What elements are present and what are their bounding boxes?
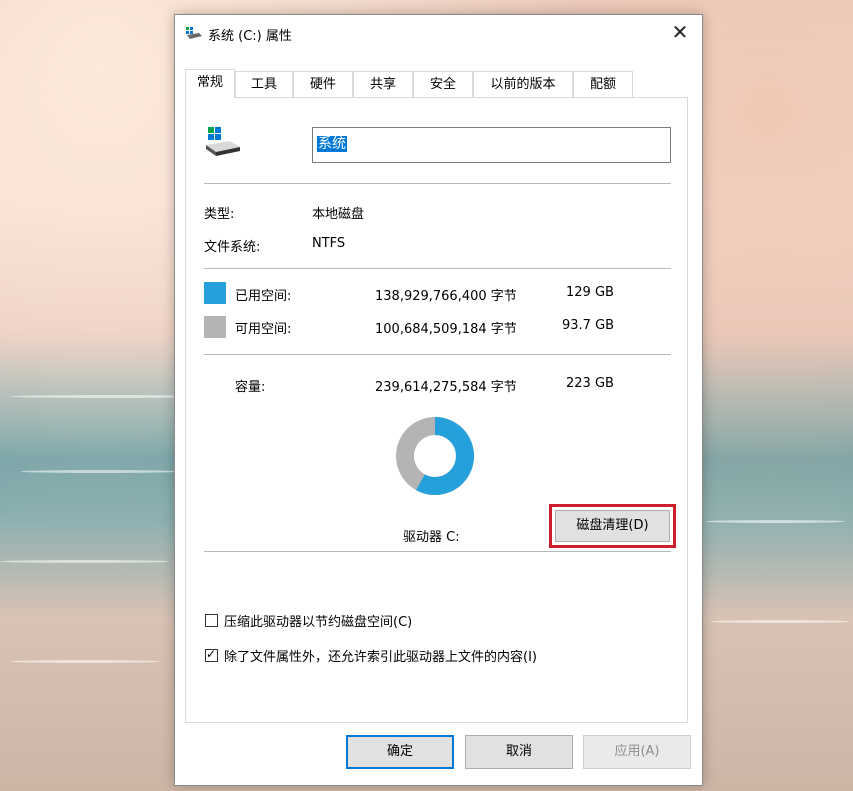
used-space-size: 129 GB	[566, 285, 614, 300]
capacity-size: 223 GB	[566, 376, 614, 391]
index-checkbox[interactable]: ✓	[205, 647, 218, 662]
background-wave	[710, 620, 850, 623]
tab-bar: 常规 工具 硬件 共享 安全 以前的版本 配额	[185, 69, 692, 98]
title-bar[interactable]: 系统 (C:) 属性 ✕	[175, 15, 702, 51]
free-space-bytes: 100,684,509,184 字节	[375, 322, 517, 337]
tab-general[interactable]: 常规	[185, 69, 235, 98]
tab-quota[interactable]: 配额	[573, 71, 633, 97]
index-label[interactable]: 除了文件属性外，还允许索引此驱动器上文件的内容(I)	[224, 646, 537, 665]
type-value: 本地磁盘	[312, 207, 365, 222]
background-wave	[10, 660, 160, 663]
disk-usage-donut	[396, 417, 474, 495]
used-space-label: 已用空间:	[235, 289, 292, 304]
window-title: 系统 (C:) 属性	[208, 29, 292, 44]
compress-label[interactable]: 压缩此驱动器以节约磁盘空间(C)	[224, 611, 412, 630]
tab-hardware[interactable]: 硬件	[293, 71, 353, 97]
drive-label: 驱动器 C:	[403, 530, 460, 545]
capacity-label: 容量:	[235, 380, 266, 395]
divider	[204, 551, 671, 552]
divider	[204, 354, 671, 355]
filesystem-label: 文件系统:	[204, 240, 261, 255]
divider	[204, 183, 671, 184]
divider	[204, 268, 671, 269]
drive-large-icon	[206, 127, 240, 156]
used-space-bytes: 138,929,766,400 字节	[375, 289, 517, 304]
background-wave	[0, 560, 170, 563]
type-label: 类型:	[204, 207, 235, 222]
background-wave	[20, 470, 180, 473]
ok-button[interactable]: 确定	[346, 735, 454, 769]
drive-name-input[interactable]: 系统	[312, 127, 671, 163]
free-space-swatch	[204, 316, 226, 338]
properties-dialog: 系统 (C:) 属性 ✕ 常规 工具 硬件 共享 安全 以前的版本 配额 系统 …	[174, 14, 703, 786]
capacity-bytes: 239,614,275,584 字节	[375, 380, 517, 395]
tab-sharing[interactable]: 共享	[353, 71, 413, 97]
tab-tools[interactable]: 工具	[235, 71, 293, 97]
checkmark-icon: ✓	[206, 647, 217, 661]
apply-button[interactable]: 应用(A)	[583, 735, 691, 769]
close-icon: ✕	[671, 20, 689, 44]
free-space-size: 93.7 GB	[562, 318, 615, 333]
tab-security[interactable]: 安全	[413, 71, 473, 97]
cancel-button[interactable]: 取消	[465, 735, 573, 769]
close-button[interactable]: ✕	[658, 15, 702, 51]
drive-name-text: 系统	[317, 136, 347, 152]
used-space-swatch	[204, 282, 226, 304]
compress-checkbox[interactable]	[205, 614, 218, 627]
filesystem-value: NTFS	[312, 236, 346, 251]
disk-cleanup-button[interactable]: 磁盘清理(D)	[555, 510, 670, 542]
tab-previous-versions[interactable]: 以前的版本	[473, 71, 573, 97]
background-wave	[705, 520, 845, 523]
drive-icon	[186, 27, 202, 39]
free-space-label: 可用空间:	[235, 322, 292, 337]
